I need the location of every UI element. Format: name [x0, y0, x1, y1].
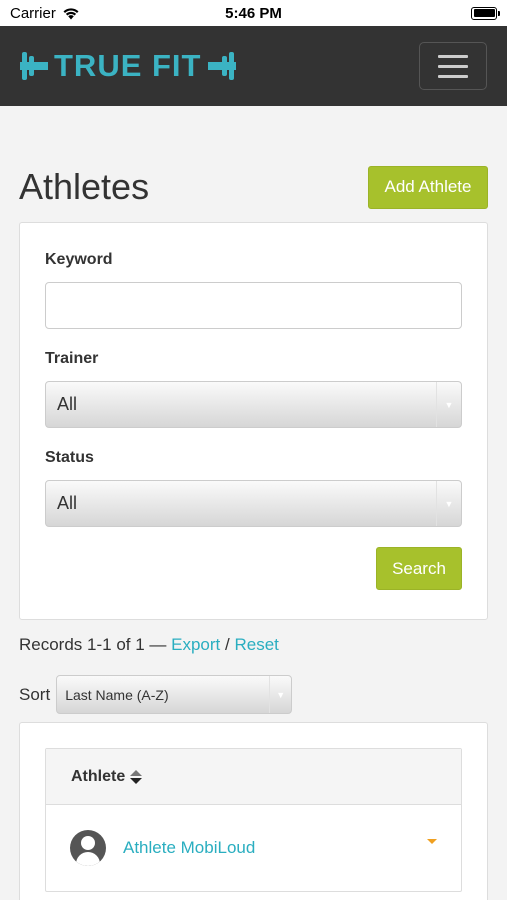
- status-left: Carrier: [10, 5, 80, 22]
- keyword-label: Keyword: [45, 251, 113, 268]
- brand-logo[interactable]: TRUE FIT: [20, 48, 236, 84]
- athlete-table: Athlete Athlete MobiLoud: [45, 748, 462, 892]
- add-athlete-button[interactable]: Add Athlete: [368, 165, 488, 209]
- search-row: Search: [45, 547, 462, 590]
- table-header-athlete[interactable]: Athlete: [46, 749, 461, 805]
- athlete-name-link[interactable]: Athlete MobiLoud: [123, 838, 255, 858]
- search-button[interactable]: Search: [376, 547, 462, 590]
- navbar: TRUE FIT: [0, 26, 507, 106]
- wifi-icon: [63, 7, 79, 19]
- status-bar: Carrier 5:46 PM: [0, 0, 507, 26]
- records-count: Records 1-1 of 1 —: [19, 635, 167, 654]
- main-content: Athletes Add Athlete Keyword Trainer All…: [0, 165, 507, 900]
- chevron-down-icon: ▼: [436, 481, 461, 526]
- keyword-input[interactable]: [45, 282, 462, 329]
- menu-line-icon: [438, 64, 468, 68]
- sort-row: Sort Last Name (A-Z) ▼: [19, 675, 488, 714]
- chevron-down-icon: ▼: [269, 676, 291, 713]
- trainer-select[interactable]: All ▼: [45, 381, 462, 428]
- dumbbell-right-icon: [207, 52, 236, 80]
- records-summary: Records 1-1 of 1 — Export / Reset: [19, 635, 488, 655]
- export-link[interactable]: Export: [171, 635, 220, 654]
- logo-text: TRUE FIT: [54, 48, 202, 83]
- sort-label: Sort: [19, 684, 51, 704]
- page-header: Athletes Add Athlete: [19, 165, 488, 209]
- sort-select-value: Last Name (A-Z): [65, 686, 169, 703]
- battery-icon: [471, 6, 500, 20]
- status-select-value: All: [57, 493, 78, 513]
- athlete-list-panel: Athlete Athlete MobiLoud: [19, 722, 488, 900]
- status-select[interactable]: All ▼: [45, 480, 462, 527]
- records-separator: /: [225, 635, 230, 654]
- menu-line-icon: [438, 74, 468, 78]
- filter-panel: Keyword Trainer All ▼ Status All ▼ Searc…: [19, 222, 488, 620]
- dumbbell-left-icon: [20, 52, 48, 80]
- page-title: Athletes: [19, 166, 150, 207]
- table-row[interactable]: Athlete MobiLoud: [46, 805, 461, 891]
- carrier-label: Carrier: [10, 4, 56, 22]
- column-header-label: Athlete: [71, 767, 126, 785]
- avatar-icon: [70, 830, 106, 866]
- menu-toggle-button[interactable]: [419, 42, 487, 90]
- reset-link[interactable]: Reset: [234, 635, 278, 654]
- trainer-label: Trainer: [45, 350, 99, 367]
- chevron-down-icon: ▼: [436, 382, 461, 427]
- sort-icon: [130, 769, 143, 784]
- status-label: Status: [45, 449, 94, 466]
- menu-line-icon: [438, 54, 468, 58]
- sort-select[interactable]: Last Name (A-Z) ▼: [56, 675, 293, 714]
- row-dropdown-icon[interactable]: [427, 839, 437, 844]
- trainer-select-value: All: [57, 394, 78, 414]
